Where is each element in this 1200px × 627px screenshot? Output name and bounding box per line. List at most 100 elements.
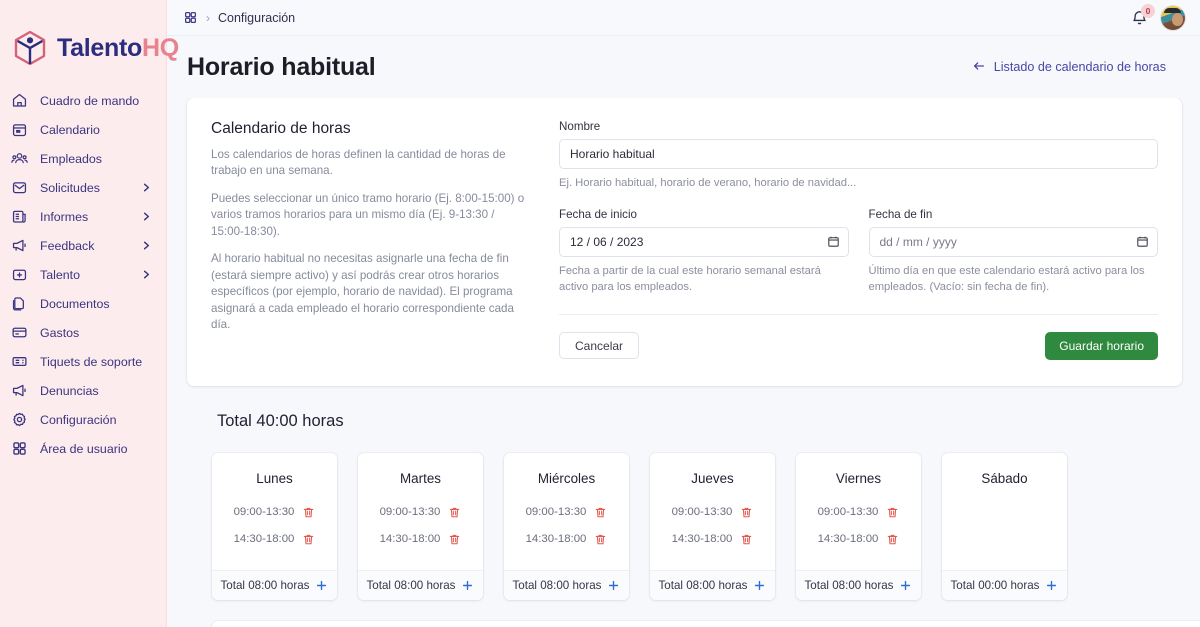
sidebar-item-label: Feedback: [40, 239, 94, 253]
sidebar-item-cuadro-de-mando[interactable]: Cuadro de mando: [0, 86, 166, 115]
start-date-input[interactable]: 12 / 06 / 2023: [559, 227, 849, 257]
name-field-hint: Ej. Horario habitual, horario de verano,…: [559, 175, 1158, 191]
day-footer: Total 00:00 horas: [942, 570, 1067, 600]
sidebar-item-feedback[interactable]: Feedback: [0, 231, 166, 260]
day-footer: Total 08:00 horas: [212, 570, 337, 600]
time-slot-label: 14:30-18:00: [380, 533, 441, 545]
sidebar-item-gastos[interactable]: Gastos: [0, 318, 166, 347]
trash-icon[interactable]: [302, 506, 315, 519]
form-column: Nombre Horario habitual Ej. Horario habi…: [559, 120, 1158, 360]
sidebar-item-informes[interactable]: Informes: [0, 202, 166, 231]
trash-icon[interactable]: [740, 533, 753, 546]
day-name: Viernes: [796, 453, 921, 486]
app-root: TalentoHQ Cuadro de mando Calendario Emp…: [0, 0, 1200, 627]
day-slots: 09:00-13:30 14:30-18:00: [358, 486, 483, 570]
day-footer: Total 08:00 horas: [796, 570, 921, 600]
time-slot-label: 09:00-13:30: [526, 506, 587, 518]
sidebar-item-calendario[interactable]: Calendario: [0, 115, 166, 144]
info-paragraph-1: Los calendarios de horas definen la cant…: [211, 147, 529, 180]
trash-icon[interactable]: [448, 533, 461, 546]
sidebar-item-label: Solicitudes: [40, 181, 100, 195]
sidebar-item-tiquets-de-soporte[interactable]: Tiquets de soporte: [0, 347, 166, 376]
sidebar-item-talento[interactable]: Talento: [0, 260, 166, 289]
sidebar-item-label: Talento: [40, 268, 80, 282]
day-card: Miércoles 09:00-13:30 14:30-18:00 Total …: [504, 453, 629, 600]
sidebar-item-area-de-usuario[interactable]: Área de usuario: [0, 434, 166, 463]
next-section-card: [212, 621, 1200, 627]
time-slot-label: 09:00-13:30: [234, 506, 295, 518]
day-card: Sábado Total 00:00 horas: [942, 453, 1067, 600]
brand-name: TalentoHQ: [57, 36, 179, 61]
info-paragraph-2: Puedes seleccionar un único tramo horari…: [211, 191, 529, 240]
sidebar-item-label: Informes: [40, 210, 88, 224]
brand-name-part1: Talento: [57, 34, 142, 62]
plus-icon[interactable]: [1045, 579, 1058, 592]
time-slot: 09:00-13:30: [358, 506, 483, 519]
time-slot-label: 14:30-18:00: [672, 533, 733, 545]
trash-icon[interactable]: [594, 533, 607, 546]
cancel-button[interactable]: Cancelar: [559, 332, 639, 359]
calendar-icon: [10, 121, 28, 139]
brand-name-part2: HQ: [142, 34, 179, 62]
time-slot: 14:30-18:00: [650, 533, 775, 546]
trash-icon[interactable]: [448, 506, 461, 519]
notifications-button[interactable]: 0: [1129, 7, 1151, 29]
save-button[interactable]: Guardar horario: [1045, 332, 1158, 360]
chevron-right-icon: [140, 269, 152, 281]
sidebar-item-label: Gastos: [40, 326, 79, 340]
sidebar-item-label: Configuración: [40, 413, 116, 427]
back-to-list-link[interactable]: Listado de calendario de horas: [972, 59, 1184, 76]
trash-icon[interactable]: [886, 506, 899, 519]
sidebar-nav: Cuadro de mando Calendario Empleados Sol…: [0, 72, 166, 463]
day-card: Lunes 09:00-13:30 14:30-18:00 Total 08:0…: [212, 453, 337, 600]
avatar[interactable]: [1160, 5, 1186, 31]
end-date-input[interactable]: dd / mm / yyyy: [869, 227, 1159, 257]
ticket-icon: [10, 353, 28, 371]
card-icon: [10, 324, 28, 342]
sidebar-item-label: Calendario: [40, 123, 100, 137]
sidebar-item-denuncias[interactable]: Denuncias: [0, 376, 166, 405]
cube-person-logo-icon: [10, 28, 50, 68]
gear-icon: [10, 411, 28, 429]
arrow-left-icon: [972, 59, 986, 76]
day-name: Martes: [358, 453, 483, 486]
plus-icon[interactable]: [899, 579, 912, 592]
day-slots: 09:00-13:30 14:30-18:00: [796, 486, 921, 570]
time-slot: 14:30-18:00: [212, 533, 337, 546]
weekday-cards: Lunes 09:00-13:30 14:30-18:00 Total 08:0…: [187, 431, 1182, 600]
sidebar-item-configuracion[interactable]: Configuración: [0, 405, 166, 434]
sidebar-item-documentos[interactable]: Documentos: [0, 289, 166, 318]
sidebar: TalentoHQ Cuadro de mando Calendario Emp…: [0, 0, 167, 627]
day-name: Miércoles: [504, 453, 629, 486]
page-scroll-area[interactable]: Calendario de horas Los calendarios de h…: [167, 98, 1200, 627]
plus-icon[interactable]: [315, 579, 328, 592]
chevron-right-icon: [140, 240, 152, 252]
time-slot-label: 14:30-18:00: [234, 533, 295, 545]
trash-icon[interactable]: [594, 506, 607, 519]
trash-icon[interactable]: [302, 533, 315, 546]
trash-icon[interactable]: [740, 506, 753, 519]
chevron-right-icon: [140, 182, 152, 194]
time-slot: 14:30-18:00: [796, 533, 921, 546]
sidebar-item-label: Documentos: [40, 297, 110, 311]
users-icon: [10, 150, 28, 168]
brand[interactable]: TalentoHQ: [0, 0, 166, 72]
trash-icon[interactable]: [886, 533, 899, 546]
name-input[interactable]: Horario habitual: [559, 139, 1158, 169]
breadcrumb-separator: ›: [206, 12, 210, 24]
home-icon: [10, 92, 28, 110]
breadcrumb-current[interactable]: Configuración: [218, 11, 295, 25]
plus-icon[interactable]: [607, 579, 620, 592]
folder-plus-icon: [10, 266, 28, 284]
grid-icon: [10, 440, 28, 458]
plus-icon[interactable]: [461, 579, 474, 592]
sidebar-item-empleados[interactable]: Empleados: [0, 144, 166, 173]
chevron-right-icon: [140, 211, 152, 223]
day-slots: 09:00-13:30 14:30-18:00: [504, 486, 629, 570]
report-icon: [10, 208, 28, 226]
sidebar-item-solicitudes[interactable]: Solicitudes: [0, 173, 166, 202]
inbox-icon: [10, 179, 28, 197]
day-slots: 09:00-13:30 14:30-18:00: [212, 486, 337, 570]
grid-icon[interactable]: [183, 10, 198, 25]
plus-icon[interactable]: [753, 579, 766, 592]
